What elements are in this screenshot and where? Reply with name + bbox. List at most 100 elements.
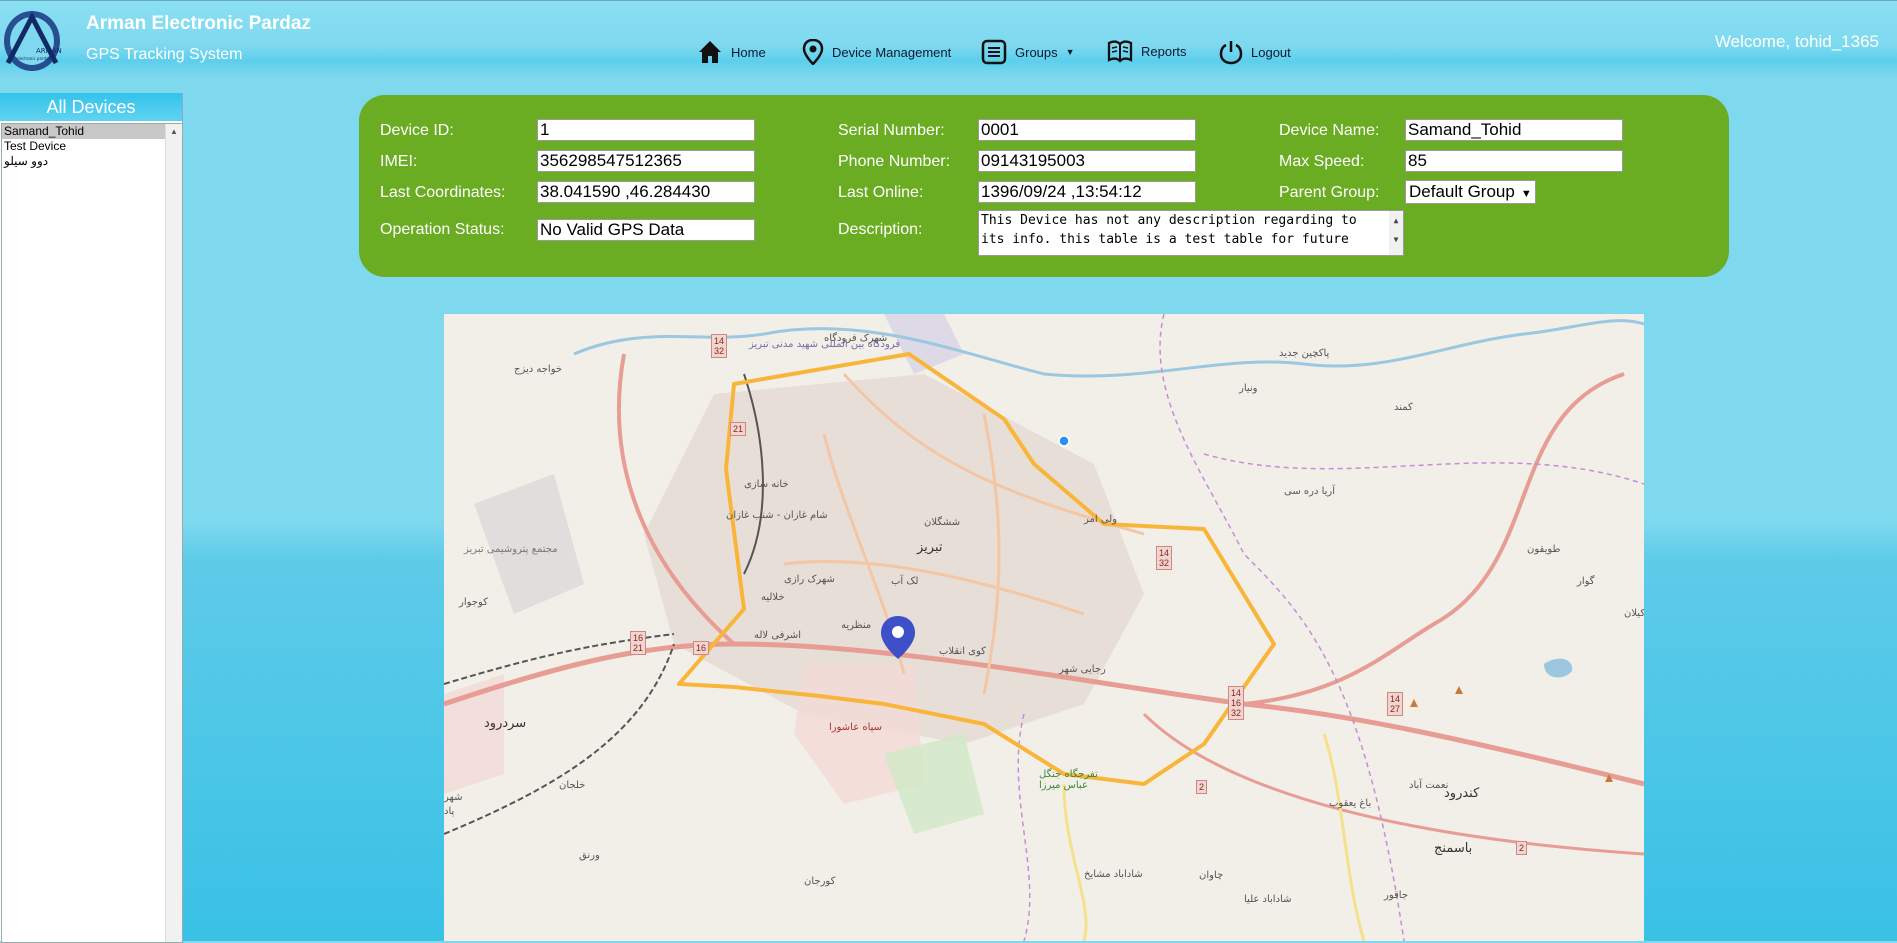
device-info-panel: Device ID: 1 IMEI: 356298547512365 Last … <box>359 95 1729 277</box>
nav-reports[interactable]: Reports <box>1107 39 1187 63</box>
device-id-field[interactable]: 1 <box>537 119 755 141</box>
brand-subtitle: GPS Tracking System <box>86 46 243 63</box>
last-coordinates-field[interactable]: 38.041590 ,46.284430 <box>537 181 755 203</box>
dropdown-arrow-icon: ▼ <box>1520 188 1532 200</box>
place-label: کورجان <box>804 876 836 887</box>
company-logo[interactable]: ARMAN electronic pardaz <box>2 7 66 73</box>
road-shield: 2 <box>1516 841 1528 855</box>
nav-home-label: Home <box>731 44 766 60</box>
scroll-up-icon[interactable]: ▲ <box>166 124 182 140</box>
logo-text: ARMAN <box>36 47 62 55</box>
book-icon <box>1107 40 1133 63</box>
place-label: گوار <box>1577 576 1595 587</box>
nav-groups-label: Groups <box>1015 44 1058 60</box>
nav-reports-label: Reports <box>1141 43 1187 59</box>
parent-group-select[interactable]: Default Group ▼ <box>1405 180 1536 204</box>
place-label: شام غازان - شنب غازان <box>726 510 828 521</box>
place-label: ششگلان <box>924 517 961 528</box>
max-speed-field[interactable]: 85 <box>1405 150 1623 172</box>
place-label: شاداباد عليا <box>1244 894 1292 905</box>
nav-groups[interactable]: Groups ▼ <box>981 39 1075 65</box>
operation-status-label: Operation Status: <box>380 221 505 238</box>
max-speed-label: Max Speed: <box>1279 153 1365 170</box>
road-shield: 16 21 <box>630 631 647 655</box>
parent-group-label: Parent Group: <box>1279 184 1380 201</box>
nav-logout[interactable]: Logout <box>1219 39 1291 65</box>
description-scrollbar[interactable]: ▲ ▼ <box>1389 211 1403 255</box>
place-label: باغ يعقوب <box>1329 798 1372 809</box>
nav-home[interactable]: Home <box>697 39 766 65</box>
description-field[interactable]: This Device has not any description rega… <box>978 210 1404 256</box>
device-sidebar: All Devices Samand_Tohid Test Device دوو… <box>0 93 183 943</box>
operation-status-field[interactable]: No Valid GPS Data <box>537 219 755 241</box>
place-label: خلجان <box>559 780 586 791</box>
road-shield: 2 <box>1196 780 1208 794</box>
last-online-field[interactable]: 1396/09/24 ,13:54:12 <box>978 181 1196 203</box>
place-label: تبريز <box>917 540 943 555</box>
place-label: شهر <box>444 792 463 803</box>
place-label: پاد <box>444 806 455 817</box>
place-label: کيلان <box>1624 608 1644 619</box>
phone-number-field[interactable]: 09143195003 <box>978 150 1196 172</box>
serial-number-field[interactable]: 0001 <box>978 119 1196 141</box>
place-label: تفرجگاه جنگل عباس ميرزا <box>1039 769 1098 791</box>
device-list-item[interactable]: Test Device <box>2 139 182 154</box>
sidebar-title: All Devices <box>0 93 182 121</box>
place-label: باسمنج <box>1434 841 1473 856</box>
place-label: منظريه <box>841 620 872 631</box>
place-label: خلاليه <box>761 592 785 603</box>
device-list-scrollbar[interactable]: ▲ <box>165 124 182 942</box>
place-label: کوجوار <box>459 597 488 608</box>
chevron-down-icon: ▼ <box>1065 47 1075 57</box>
device-name-field[interactable]: Samand_Tohid <box>1405 119 1623 141</box>
place-label: ولی امر <box>1084 514 1118 525</box>
place-label: نعمت آباد <box>1409 780 1449 791</box>
last-online-label: Last Online: <box>838 184 924 201</box>
place-label: پاکچين جديد <box>1279 348 1330 359</box>
place-label: مجتمع پتروشيمی تبريز <box>464 544 558 555</box>
place-label: شهرک رازی <box>784 574 835 585</box>
nav-device-management-label: Device Management <box>832 44 952 60</box>
place-label: چاوان <box>1199 870 1224 881</box>
description-label: Description: <box>838 221 923 238</box>
nav-device-management[interactable]: Device Management <box>802 39 951 65</box>
logo-tagline: electronic pardaz <box>16 56 51 61</box>
place-label: کمند <box>1394 402 1413 413</box>
place-label: جاقور <box>1384 890 1409 901</box>
device-name-label: Device Name: <box>1279 122 1380 139</box>
place-label: رجايی شهر <box>1059 664 1106 675</box>
parent-group-value: Default Group <box>1409 182 1515 201</box>
road-shield: 14 32 <box>1156 546 1173 570</box>
brand-title: Arman Electronic Pardaz <box>86 13 311 34</box>
device-list-item[interactable]: Samand_Tohid <box>2 124 182 139</box>
place-label: لک آب <box>891 576 919 587</box>
road-shield: 14 32 <box>711 334 728 358</box>
device-id-label: Device ID: <box>380 122 454 139</box>
phone-number-label: Phone Number: <box>838 153 951 170</box>
place-label: ونيار <box>1239 383 1258 394</box>
imei-label: IMEI: <box>380 153 418 170</box>
road-shield: 14 27 <box>1387 692 1404 716</box>
welcome-text: Welcome, tohid_1365 <box>1714 32 1879 51</box>
imei-field[interactable]: 356298547512365 <box>537 150 755 172</box>
power-icon <box>1219 41 1243 65</box>
place-label: سردرود <box>484 716 527 731</box>
place-label: کندرود <box>1444 786 1480 801</box>
list-icon <box>981 39 1007 65</box>
map-view[interactable]: تبريز شهرک فرودگاه فرودگاه بين المللی شه… <box>444 314 1644 941</box>
place-label: آريا دره سی <box>1284 486 1336 497</box>
description-text: This Device has not any description rega… <box>981 213 1357 247</box>
place-label: طويقون <box>1527 544 1561 555</box>
place-label: ورنق <box>579 850 600 861</box>
place-label: سپاه عاشورا <box>829 722 883 733</box>
serial-number-label: Serial Number: <box>838 122 945 139</box>
road-shield: 21 <box>730 422 747 436</box>
place-label: کوی انقلاب <box>939 646 986 657</box>
last-coordinates-label: Last Coordinates: <box>380 184 506 201</box>
location-pin-icon <box>802 39 824 65</box>
road-shield: 14 16 32 <box>1228 686 1245 720</box>
device-list-item[interactable]: دوو سيلو <box>2 154 182 169</box>
device-list[interactable]: Samand_Tohid Test Device دوو سيلو ▲ <box>1 123 183 943</box>
place-label: شاداباد مشايخ <box>1084 869 1143 880</box>
nav-logout-label: Logout <box>1251 44 1291 60</box>
